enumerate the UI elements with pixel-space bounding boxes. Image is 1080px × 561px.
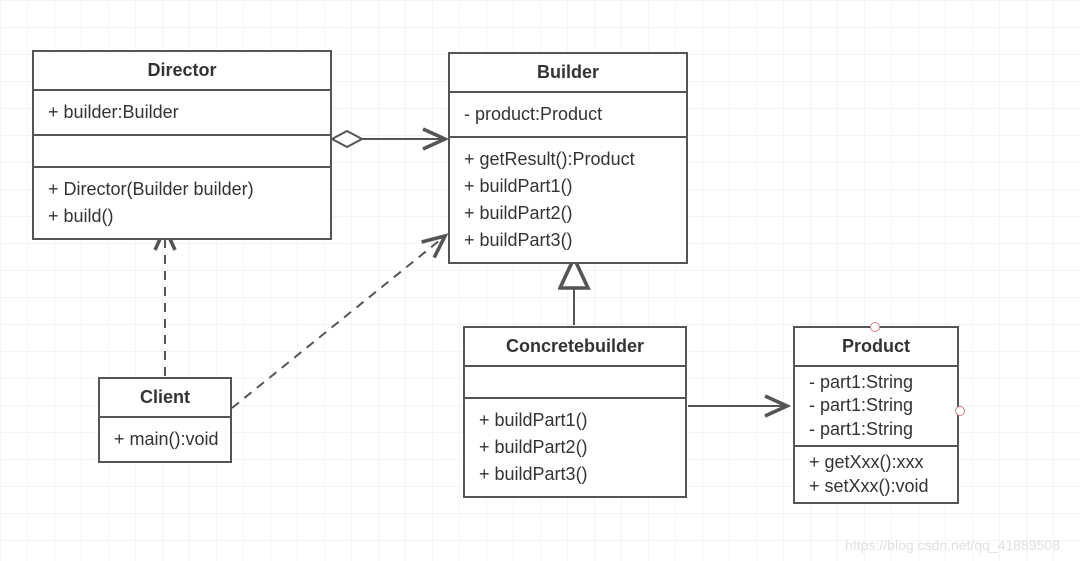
class-client: Client + main():void bbox=[98, 377, 232, 463]
operation: + buildPart1() bbox=[479, 407, 671, 434]
class-builder: Builder - product:Product + getResult():… bbox=[448, 52, 688, 264]
class-attributes: - product:Product bbox=[450, 93, 686, 138]
class-title: Director bbox=[34, 52, 330, 91]
class-operations: + Director(Builder builder) + build() bbox=[34, 168, 330, 238]
attribute: - product:Product bbox=[464, 101, 672, 128]
port-icon bbox=[870, 322, 880, 332]
operation: + getResult():Product bbox=[464, 146, 672, 173]
operation: + buildPart1() bbox=[464, 173, 672, 200]
class-title: Product bbox=[795, 328, 957, 367]
operation: + buildPart3() bbox=[464, 227, 672, 254]
class-operations: + getResult():Product + buildPart1() + b… bbox=[450, 138, 686, 262]
class-operations: + main():void bbox=[100, 418, 230, 461]
operation: + buildPart2() bbox=[479, 434, 671, 461]
class-attributes bbox=[465, 367, 685, 399]
class-attributes: - part1:String - part1:String - part1:St… bbox=[795, 367, 957, 447]
class-title: Concretebuilder bbox=[465, 328, 685, 367]
class-title: Client bbox=[100, 379, 230, 418]
operation: + main():void bbox=[114, 426, 216, 453]
port-icon bbox=[955, 406, 965, 416]
attribute: - part1:String bbox=[809, 418, 943, 441]
operation: + Director(Builder builder) bbox=[48, 176, 316, 203]
class-spacer bbox=[34, 136, 330, 168]
operation: + build() bbox=[48, 203, 316, 230]
attribute: - part1:String bbox=[809, 394, 943, 417]
class-title: Builder bbox=[450, 54, 686, 93]
operation: + getXxx():xxx bbox=[809, 451, 943, 474]
operation: + setXxx():void bbox=[809, 475, 943, 498]
class-product: Product - part1:String - part1:String - … bbox=[793, 326, 959, 504]
class-operations: + getXxx():xxx + setXxx():void bbox=[795, 447, 957, 502]
class-operations: + buildPart1() + buildPart2() + buildPar… bbox=[465, 399, 685, 496]
attribute: + builder:Builder bbox=[48, 99, 316, 126]
class-director: Director + builder:Builder + Director(Bu… bbox=[32, 50, 332, 240]
class-attributes: + builder:Builder bbox=[34, 91, 330, 136]
attribute: - part1:String bbox=[809, 371, 943, 394]
operation: + buildPart3() bbox=[479, 461, 671, 488]
operation: + buildPart2() bbox=[464, 200, 672, 227]
class-concretebuilder: Concretebuilder + buildPart1() + buildPa… bbox=[463, 326, 687, 498]
watermark: https://blog.csdn.net/qq_41889508 bbox=[845, 537, 1060, 553]
